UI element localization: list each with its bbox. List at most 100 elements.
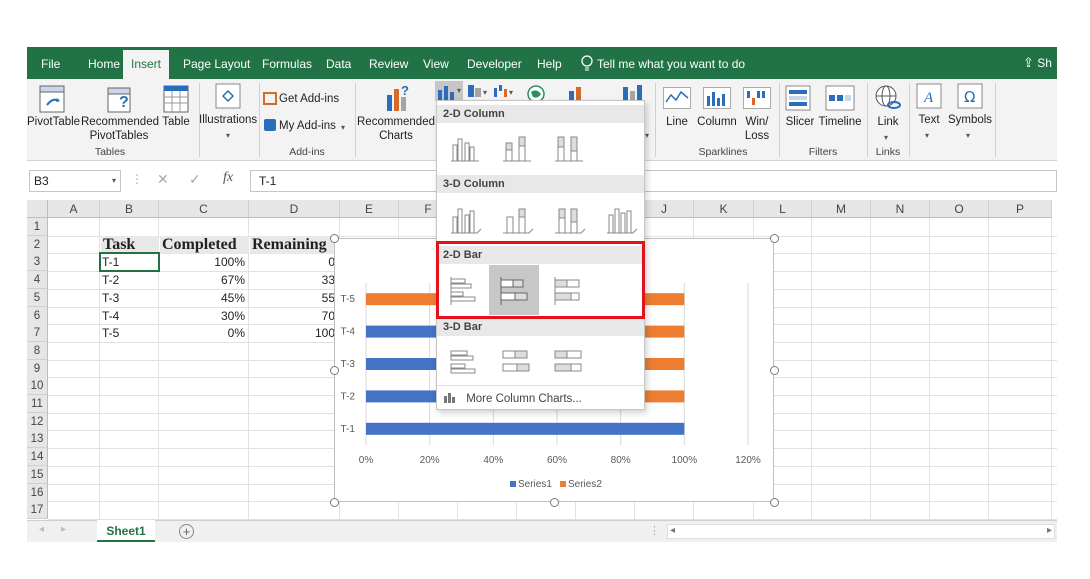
row-header-7[interactable]: 7 (27, 324, 48, 343)
3d-100-stacked-bar-icon[interactable] (545, 339, 591, 385)
waterfall-chart-icon[interactable]: ▾ (493, 84, 515, 98)
get-addins-icon[interactable] (263, 92, 277, 105)
symbols-button[interactable]: Symbols (947, 113, 993, 127)
recommended-charts-icon[interactable]: ? (384, 83, 412, 113)
lightbulb-icon[interactable] (581, 55, 593, 71)
completed-cell[interactable]: 30% (161, 307, 247, 325)
chevron-down-icon[interactable]: ▾ (112, 171, 116, 191)
row-header-17[interactable]: 17 (27, 501, 48, 520)
add-sheet-icon[interactable]: + (179, 524, 194, 539)
resize-handle[interactable] (329, 497, 339, 507)
remaining-cell[interactable]: 100 (251, 324, 337, 342)
remaining-cell[interactable]: 0 (251, 253, 337, 271)
name-box[interactable]: B3 ▾ (29, 170, 121, 192)
resize-handle[interactable] (329, 233, 339, 243)
scroll-left-icon[interactable]: ◂ (39, 524, 44, 535)
line-sparkline-button[interactable]: Line (657, 115, 697, 129)
more-options-icon[interactable]: ⋮ (131, 172, 143, 186)
scroll-right-icon[interactable]: ▸ (1047, 525, 1052, 536)
row-header-14[interactable]: 14 (27, 448, 48, 467)
tab-review[interactable]: Review (369, 47, 408, 79)
chevron-down-icon[interactable]: ▾ (966, 129, 970, 143)
resize-handle[interactable] (769, 497, 779, 507)
stacked-column-icon[interactable] (493, 125, 539, 171)
table-icon[interactable] (163, 85, 189, 113)
recommended-charts-button[interactable]: Recommended Charts (357, 115, 435, 143)
timeline-icon[interactable] (825, 85, 855, 111)
task-cell[interactable]: T-3 (102, 289, 157, 307)
column-header-k[interactable]: K (694, 200, 754, 218)
row-header-8[interactable]: 8 (27, 341, 48, 360)
column-sparkline-button[interactable]: Column (693, 115, 741, 129)
sheet-tab-sheet1[interactable]: Sheet1 (97, 520, 155, 542)
task-cell[interactable]: T-2 (102, 271, 157, 289)
table-header-cell[interactable]: Task (101, 236, 159, 255)
chevron-down-icon[interactable]: ▾ (884, 131, 888, 145)
more-column-charts-link[interactable]: More Column Charts... (443, 391, 582, 405)
get-addins-button[interactable]: Get Add-ins (279, 92, 339, 106)
tab-home[interactable]: Home (88, 47, 120, 79)
scroll-right-icon[interactable]: ▸ (61, 524, 66, 535)
row-header-3[interactable]: 3 (27, 253, 48, 272)
scroll-left-icon[interactable]: ◂ (670, 525, 675, 536)
resize-handle[interactable] (769, 233, 779, 243)
table-button[interactable]: Table (157, 115, 195, 129)
cancel-icon[interactable]: ✕ (157, 171, 169, 188)
row-header-15[interactable]: 15 (27, 465, 48, 484)
insert-function-icon[interactable]: fx (223, 170, 233, 186)
row-header-13[interactable]: 13 (27, 430, 48, 449)
my-addins-button[interactable]: My Add-ins (279, 119, 336, 133)
row-header-9[interactable]: 9 (27, 359, 48, 378)
row-header-10[interactable]: 10 (27, 377, 48, 396)
column-header-p[interactable]: P (989, 200, 1052, 218)
illustrations-button[interactable]: Illustrations (199, 113, 257, 127)
tab-formulas[interactable]: Formulas (262, 47, 312, 79)
tab-file[interactable]: File (41, 47, 60, 79)
recommended-pivottables-icon[interactable]: ? (107, 85, 135, 113)
column-header-n[interactable]: N (871, 200, 930, 218)
chevron-down-icon[interactable]: ▾ (645, 129, 649, 143)
bar-series1-t-1[interactable] (366, 422, 685, 435)
text-icon[interactable]: A (916, 83, 942, 109)
resize-handle[interactable] (329, 365, 339, 375)
completed-cell[interactable]: 67% (161, 271, 247, 289)
pivottable-button[interactable]: PivotTable (27, 115, 80, 129)
completed-cell[interactable]: 100% (161, 253, 247, 271)
column-header-b[interactable]: B (100, 200, 159, 218)
tab-insert[interactable]: Insert (123, 50, 170, 79)
3d-clustered-bar-icon[interactable] (441, 339, 487, 385)
winloss-sparkline-button[interactable]: Win/Loss (739, 115, 775, 143)
3d-column-icon[interactable] (597, 197, 643, 243)
row-header-16[interactable]: 16 (27, 483, 48, 502)
chevron-down-icon[interactable]: ▾ (925, 129, 929, 143)
3d-stacked-column-icon[interactable] (493, 197, 539, 243)
column-header-c[interactable]: C (159, 200, 249, 218)
recommended-pivottables-button[interactable]: Recommended PivotTables (81, 115, 159, 143)
column-header-d[interactable]: D (249, 200, 340, 218)
row-header-6[interactable]: 6 (27, 306, 48, 325)
chevron-down-icon[interactable]: ▾ (223, 129, 233, 143)
formula-input[interactable]: T-1 (250, 170, 1057, 192)
text-button[interactable]: Text (911, 113, 947, 127)
slicer-button[interactable]: Slicer (781, 115, 819, 129)
hierarchy-chart-icon[interactable]: ▾ (467, 84, 489, 98)
completed-cell[interactable]: 0% (161, 324, 247, 342)
tell-me-search[interactable]: Tell me what you want to do (597, 47, 745, 79)
remaining-cell[interactable]: 55 (251, 289, 337, 307)
column-header-o[interactable]: O (930, 200, 989, 218)
table-header-cell[interactable]: Completed (160, 236, 249, 255)
illustrations-icon[interactable] (215, 83, 241, 109)
task-cell[interactable]: T-4 (102, 307, 157, 325)
table-header-cell[interactable]: Remaining (250, 236, 336, 255)
row-header-2[interactable]: 2 (27, 235, 48, 254)
column-header-m[interactable]: M (812, 200, 871, 218)
share-button[interactable]: ⇪ Sh (1023, 55, 1052, 71)
row-header-11[interactable]: 11 (27, 395, 48, 413)
column-sparkline-icon[interactable] (703, 87, 731, 109)
line-sparkline-icon[interactable] (663, 87, 691, 109)
winloss-sparkline-icon[interactable] (743, 87, 771, 109)
symbols-icon[interactable]: Ω (957, 83, 983, 109)
tab-page-layout[interactable]: Page Layout (183, 47, 250, 79)
column-header-e[interactable]: E (340, 200, 399, 218)
column-header-a[interactable]: A (48, 200, 100, 218)
